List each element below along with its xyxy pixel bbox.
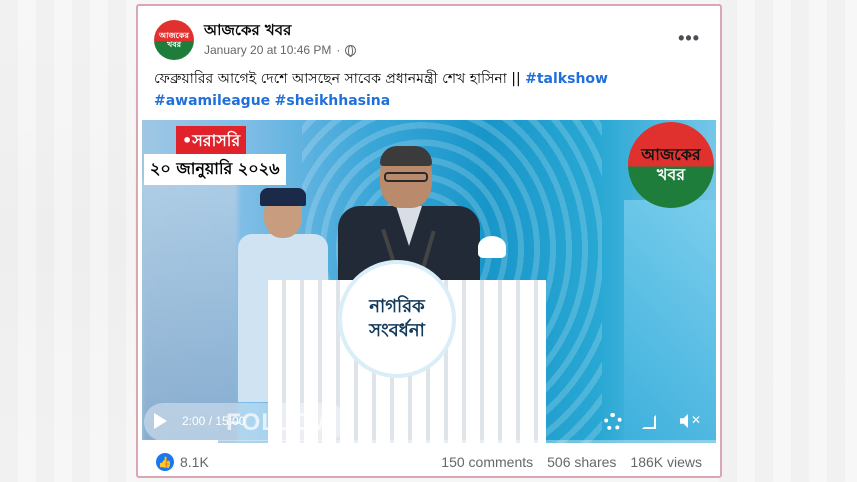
- more-options-button[interactable]: •••: [678, 28, 700, 49]
- live-badge: •সরাসরি: [176, 126, 247, 157]
- caption-text: ফেব্রুয়ারির আগেই দেশে আসছেন সাবেক প্রধা…: [154, 71, 521, 87]
- views-count: 186K views: [630, 454, 702, 470]
- fullscreen-icon[interactable]: [642, 415, 656, 429]
- comments-count[interactable]: 150 comments: [441, 454, 533, 470]
- shares-count[interactable]: 506 shares: [547, 454, 616, 470]
- officer-cap: [260, 188, 306, 206]
- video-progress-bar[interactable]: [142, 440, 716, 443]
- play-icon[interactable]: [154, 413, 167, 429]
- page-avatar[interactable]: আজকের খবর: [154, 20, 194, 60]
- hashtag-awamileague[interactable]: #awamileague: [154, 93, 270, 109]
- podium-lamp: [478, 236, 506, 258]
- muted-x-icon: ✕: [691, 413, 702, 427]
- post-header: আজকের খবর আজকের খবর January 20 at 10:46 …: [138, 6, 720, 64]
- podium-text-line1: নাগরিক: [369, 296, 425, 317]
- hashtag-talkshow[interactable]: #talkshow: [525, 71, 608, 87]
- blurred-backdrop-right: [719, 0, 857, 482]
- video-player[interactable]: নাগরিক সংবর্ধনা •সরাসরি ২০ জানুয়ারি ২০২…: [142, 120, 716, 443]
- video-controls: FOLLOW 2:00 / 15:00 ✕: [142, 401, 716, 443]
- like-reaction-icon[interactable]: 👍: [156, 453, 174, 471]
- logo-overlay-bottom: খবর: [656, 165, 686, 184]
- blurred-backdrop-left: [0, 0, 135, 482]
- facebook-post-card: আজকের খবর আজকের খবর January 20 at 10:46 …: [136, 4, 722, 478]
- speaker-glasses: [384, 172, 428, 182]
- video-time: 2:00 / 15:00: [182, 414, 246, 428]
- avatar-logo-top: আজকের: [159, 31, 189, 40]
- avatar-logo-bottom: খবর: [166, 40, 182, 49]
- podium-text-line2: সংবর্ধনা: [369, 320, 425, 341]
- globe-icon: [345, 44, 357, 57]
- podium-emblem: নাগরিক সংবর্ধনা: [338, 260, 456, 378]
- date-badge: ২০ জানুয়ারি ২০২৬: [144, 154, 286, 185]
- post-timestamp[interactable]: January 20 at 10:46 PM: [204, 43, 331, 57]
- logo-overlay-top: আজকের: [641, 145, 701, 164]
- post-footer: 👍 8.1K 150 comments 506 shares 186K view…: [138, 447, 720, 476]
- hashtag-sheikhhasina[interactable]: #sheikhhasina: [275, 93, 391, 109]
- like-count[interactable]: 8.1K: [180, 454, 209, 470]
- meta-separator: ·: [336, 43, 341, 57]
- post-caption: ফেব্রুয়ারির আগেই দেশে আসছেন সাবেক প্রধা…: [154, 68, 714, 112]
- post-stats: 150 comments 506 shares 186K views: [441, 454, 702, 470]
- speaker-hair: [380, 146, 432, 166]
- post-meta: January 20 at 10:46 PM ·: [204, 43, 357, 57]
- volume-icon[interactable]: [680, 414, 688, 428]
- channel-logo-overlay: আজকের খবর: [628, 122, 714, 208]
- page-name[interactable]: আজকের খবর: [204, 19, 291, 44]
- settings-icon[interactable]: [604, 413, 622, 431]
- video-progress-fill: [142, 440, 219, 443]
